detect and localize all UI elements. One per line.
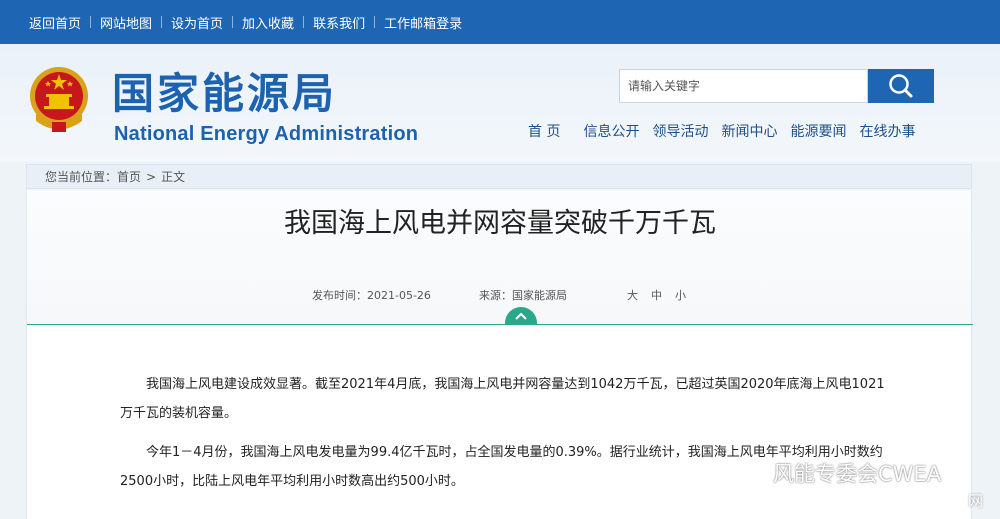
divider <box>232 16 234 28</box>
link-set-homepage[interactable]: 设为首页 <box>171 13 223 32</box>
link-sitemap[interactable]: 网站地图 <box>100 13 152 32</box>
article-title: 我国海上风电并网容量突破千万千瓦 <box>284 208 716 239</box>
nav-news-center[interactable]: 新闻中心 <box>721 121 777 141</box>
nav-online-services[interactable]: 在线办事 <box>859 121 915 141</box>
font-size-small[interactable]: 小 <box>675 289 686 302</box>
nav-info-disclosure[interactable]: 信息公开 <box>583 121 639 141</box>
nav-leader-activities[interactable]: 领导活动 <box>652 121 708 141</box>
publish-date: 2021-05-26 <box>367 289 431 302</box>
paragraph: 我国海上风电建设成效显著。截至2021年4月底，我国海上风电并网容量达到1042… <box>120 377 885 421</box>
top-bar: 返回首页 网站地图 设为首页 加入收藏 联系我们 工作邮箱登录 <box>0 0 1000 44</box>
nav-energy-news[interactable]: 能源要闻 <box>790 121 846 141</box>
divider <box>161 16 163 28</box>
breadcrumb: 您当前位置： 首页 > 正文 <box>26 164 972 189</box>
search-button[interactable] <box>868 69 934 103</box>
breadcrumb-arrow: > <box>146 169 157 184</box>
search-input[interactable] <box>620 70 867 102</box>
main-nav: 首 页 信息公开 领导活动 新闻中心 能源要闻 在线办事 <box>528 120 928 142</box>
link-email-login[interactable]: 工作邮箱登录 <box>384 13 462 32</box>
font-size-large[interactable]: 大 <box>627 289 638 302</box>
national-emblem-icon <box>30 67 88 132</box>
watermark-corner: 网 <box>968 492 984 510</box>
watermark-text: 风能专委会CWEA <box>773 462 942 486</box>
publish-info: 发布时间：2021-05-26 <box>312 287 431 303</box>
publish-label: 发布时间： <box>312 289 367 302</box>
collapse-toggle[interactable] <box>505 307 537 324</box>
search-icon <box>889 74 913 98</box>
font-size-controls: 大中小 <box>627 287 699 303</box>
font-size-medium[interactable]: 中 <box>651 289 662 302</box>
nav-home[interactable]: 首 页 <box>528 121 560 141</box>
breadcrumb-current: 正文 <box>161 170 186 184</box>
watermark: 风能专委会CWEA <box>733 458 941 488</box>
source-value: 国家能源局 <box>512 289 567 302</box>
divider <box>374 16 376 28</box>
source-info: 来源：国家能源局 <box>479 287 567 303</box>
divider <box>90 16 92 28</box>
source-label: 来源： <box>479 289 512 302</box>
chevron-up-icon <box>515 312 527 320</box>
link-add-favorite[interactable]: 加入收藏 <box>242 13 294 32</box>
search-box <box>619 69 868 103</box>
link-contact[interactable]: 联系我们 <box>313 13 365 32</box>
wechat-icon <box>735 461 766 484</box>
top-links: 返回首页 网站地图 设为首页 加入收藏 联系我们 工作邮箱登录 <box>29 0 462 44</box>
site-header: 国家能源局 National Energy Administration 首 页… <box>0 44 1000 162</box>
logo-chinese[interactable]: 国家能源局 <box>112 70 337 118</box>
link-home[interactable]: 返回首页 <box>29 13 81 32</box>
divider <box>303 16 305 28</box>
header-divider <box>27 324 973 325</box>
breadcrumb-label: 您当前位置： <box>45 170 118 184</box>
logo-english[interactable]: National Energy Administration <box>114 123 418 145</box>
breadcrumb-home[interactable]: 首页 <box>117 168 141 185</box>
article-meta: 发布时间：2021-05-26 来源：国家能源局 大中小 <box>27 287 973 303</box>
